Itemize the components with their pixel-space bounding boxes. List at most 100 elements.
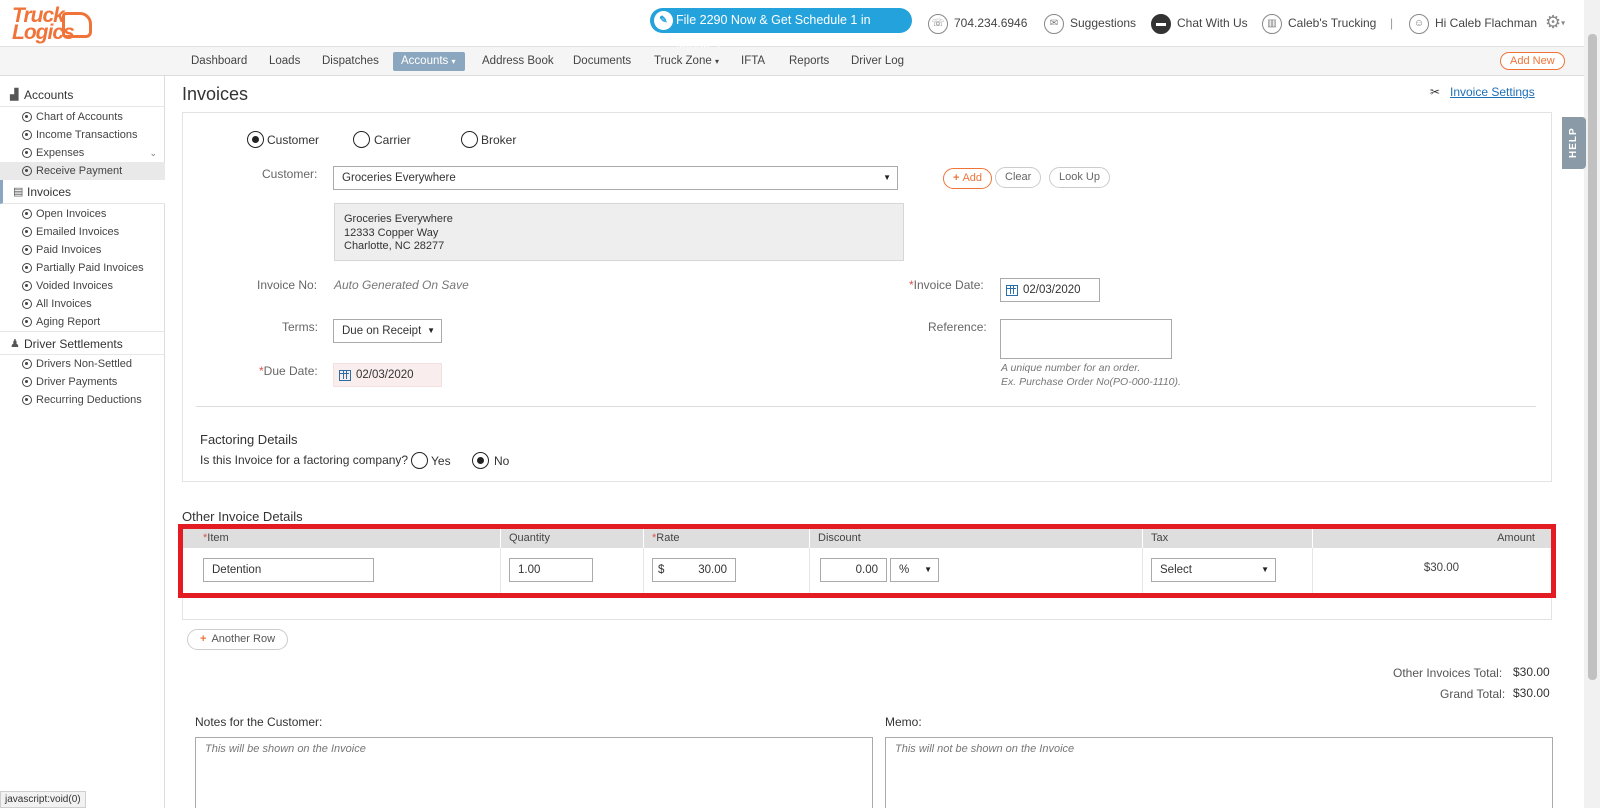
nav-truck-zone[interactable]: Truck Zone ▾ — [646, 52, 727, 71]
invoice-no-value: Auto Generated On Save — [334, 278, 469, 292]
nav-loads[interactable]: Loads — [261, 52, 308, 71]
party-type-broker-radio[interactable] — [461, 131, 478, 148]
tools-icon: ✂ — [1430, 85, 1441, 99]
factoring-yes-label: Yes — [431, 454, 451, 468]
notes-for-customer-input[interactable]: This will be shown on the Invoice — [195, 737, 873, 808]
page-scrollbar-thumb[interactable] — [1588, 34, 1597, 680]
sidebar-item-aging-report[interactable]: Aging Report — [0, 313, 165, 331]
add-another-row-label: Another Row — [211, 633, 276, 645]
party-type-carrier-radio[interactable] — [353, 131, 370, 148]
sidebar-item-label: Voided Invoices — [36, 280, 114, 292]
look-up-button[interactable]: Look Up — [1049, 167, 1110, 188]
settings-gear-icon[interactable]: ⚙▾ — [1545, 11, 1565, 34]
add-another-row-button[interactable]: + Another Row — [187, 629, 289, 650]
sidebar-item-paid-invoices[interactable]: Paid Invoices — [0, 241, 165, 259]
sidebar-item-recurring-deductions[interactable]: Recurring Deductions — [0, 391, 165, 409]
phone-number: 704.234.6946 — [954, 16, 1028, 30]
bullet-icon — [22, 245, 32, 255]
discount-type-select[interactable]: % ▼ — [890, 558, 939, 582]
quantity-input[interactable]: 1.00 — [509, 558, 593, 582]
factoring-no-label: No — [494, 454, 510, 468]
nav-ifta[interactable]: IFTA — [733, 52, 773, 71]
sidebar-item-expenses[interactable]: Expenses ⌄ — [0, 144, 165, 162]
invoice-date-input[interactable]: 02/03/2020 — [1000, 278, 1100, 302]
tax-select[interactable]: Select ▼ — [1151, 558, 1276, 582]
form-2290-promo-button[interactable]: ✎ File 2290 Now & Get Schedule 1 in Minu… — [650, 8, 912, 52]
main-nav: Dashboard Loads Dispatches Accounts ▾ Ad… — [0, 47, 1584, 76]
discount-cell: 0.00 % ▼ — [810, 548, 1143, 593]
nav-documents[interactable]: Documents — [565, 52, 639, 71]
discount-input[interactable]: 0.00 — [820, 558, 887, 582]
party-type-customer-label: Customer — [267, 133, 320, 147]
sidebar-item-label: Aging Report — [36, 316, 101, 328]
rate-value: 30.00 — [698, 564, 727, 576]
truck-logics-logo[interactable]: Truck Logics — [10, 4, 92, 44]
bullet-icon — [22, 299, 32, 309]
terms-select[interactable]: Due on Receipt ▼ — [333, 319, 442, 343]
nav-dashboard[interactable]: Dashboard — [183, 52, 255, 71]
sidebar-item-driver-payments[interactable]: Driver Payments — [0, 373, 165, 391]
sidebar-item-drivers-non-settled[interactable]: Drivers Non-Settled — [0, 355, 165, 373]
sidebar-item-income-transactions[interactable]: Income Transactions — [0, 126, 165, 144]
invoice-settings-link[interactable]: ✂ Invoice Settings — [1430, 85, 1535, 99]
sidebar-item-label: Income Transactions — [36, 129, 138, 141]
nav-driver-log[interactable]: Driver Log — [843, 52, 912, 71]
nav-dispatches[interactable]: Dispatches — [314, 52, 387, 71]
form-2290-icon: ✎ — [654, 11, 673, 30]
sidebar-item-open-invoices[interactable]: Open Invoices — [0, 205, 165, 223]
factoring-yes-radio[interactable] — [411, 452, 428, 469]
bullet-icon — [22, 148, 32, 158]
sidebar-section-invoices[interactable]: ▤ Invoices — [0, 180, 165, 204]
user-menu[interactable]: ☺ Hi Caleb Flachman — [1409, 11, 1537, 35]
column-header-rate: *Rate — [644, 529, 810, 548]
add-customer-button[interactable]: + Add — [943, 168, 993, 189]
sidebar-section-accounts[interactable]: ▟ Accounts — [0, 83, 165, 107]
sidebar-item-receive-payment[interactable]: Receive Payment — [0, 162, 165, 180]
grand-total-label: Grand Total: — [1440, 687, 1506, 701]
customer-select[interactable]: Groceries Everywhere ▼ — [333, 166, 898, 190]
nav-truck-zone-label: Truck Zone — [654, 55, 712, 67]
caret-down-icon: ▼ — [883, 173, 891, 182]
bullet-icon — [22, 263, 32, 273]
sidebar-section-label: Driver Settlements — [24, 337, 123, 351]
due-date-value: 02/03/2020 — [356, 369, 414, 381]
suggestions-label: Suggestions — [1070, 16, 1137, 30]
sidebar-section-label: Invoices — [27, 185, 72, 199]
clear-button[interactable]: Clear — [995, 167, 1042, 188]
notes-for-customer-label: Notes for the Customer: — [195, 715, 323, 729]
truck-logo-icon — [62, 12, 92, 38]
sidebar-item-label: Chart of Accounts — [36, 111, 123, 123]
reference-input[interactable] — [1000, 319, 1172, 359]
invoice-items-table: *Item Quantity *Rate Discount Tax Amount… — [178, 524, 1556, 598]
caret-down-icon: ▼ — [924, 565, 932, 574]
column-header-rate-label: Rate — [656, 532, 680, 544]
memo-input[interactable]: This will not be shown on the Invoice — [885, 737, 1553, 808]
nav-accounts[interactable]: Accounts ▾ — [393, 52, 465, 71]
rate-input[interactable]: $ 30.00 — [652, 558, 736, 582]
nav-reports[interactable]: Reports — [781, 52, 837, 71]
phone-link[interactable]: ☏ 704.234.6946 — [928, 11, 1027, 35]
sidebar-item-label: All Invoices — [36, 298, 92, 310]
due-date-input[interactable]: 02/03/2020 — [333, 363, 442, 387]
sidebar-item-voided-invoices[interactable]: Voided Invoices — [0, 277, 165, 295]
sidebar-item-emailed-invoices[interactable]: Emailed Invoices — [0, 223, 165, 241]
chat-link[interactable]: ▬ Chat With Us — [1151, 11, 1248, 35]
factoring-question: Is this Invoice for a factoring company? — [200, 453, 409, 467]
party-type-customer-radio[interactable] — [247, 131, 264, 148]
add-new-button[interactable]: Add New — [1500, 52, 1565, 70]
bullet-icon — [22, 209, 32, 219]
item-input[interactable]: Detention — [203, 558, 374, 582]
reference-hint: A unique number for an order. Ex. Purcha… — [1001, 361, 1181, 389]
caret-down-icon: ▼ — [427, 326, 435, 335]
bullet-icon — [22, 227, 32, 237]
sidebar-item-all-invoices[interactable]: All Invoices — [0, 295, 165, 313]
help-tab[interactable]: HELP — [1562, 117, 1586, 169]
factoring-no-radio[interactable] — [472, 452, 489, 469]
company-link[interactable]: ▥ Caleb's Trucking — [1262, 11, 1376, 35]
items-panel-footer — [182, 598, 1552, 620]
sidebar-item-partially-paid-invoices[interactable]: Partially Paid Invoices — [0, 259, 165, 277]
sidebar-item-chart-of-accounts[interactable]: Chart of Accounts — [0, 108, 165, 126]
nav-address-book[interactable]: Address Book — [474, 52, 562, 71]
suggestions-link[interactable]: ✉ Suggestions — [1044, 11, 1136, 35]
sidebar-section-driver-settlements[interactable]: ♟ Driver Settlements — [0, 331, 165, 355]
